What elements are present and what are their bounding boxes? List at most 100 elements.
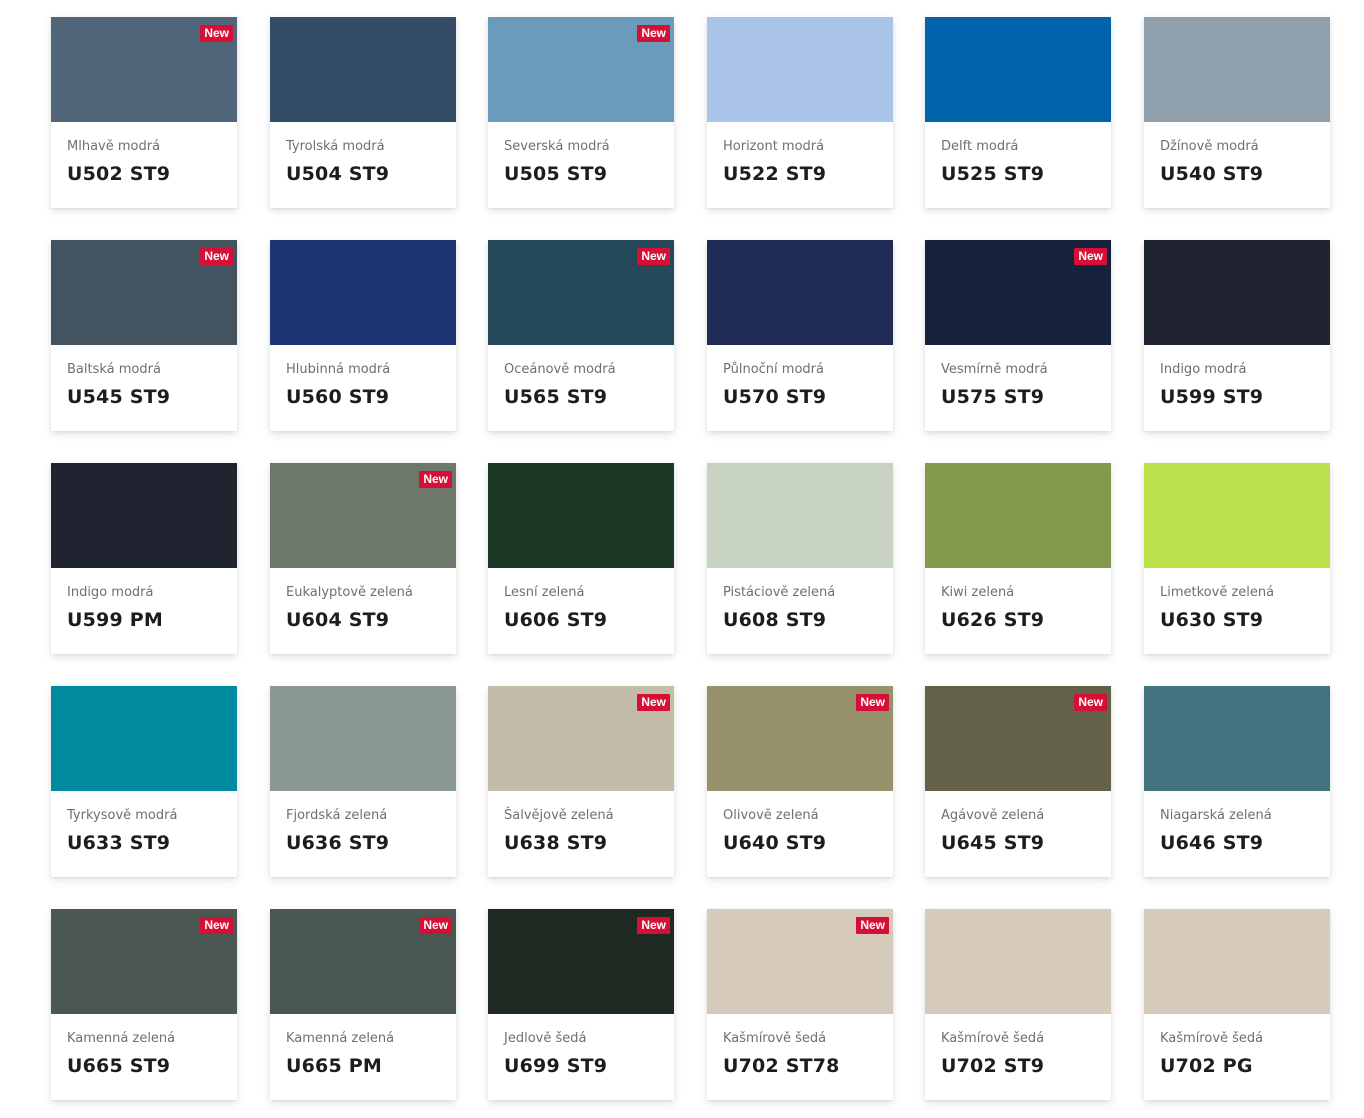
decor-name: Indigo modrá [1160,362,1247,377]
decor-card[interactable]: New Severská modrá U505 ST9 [488,17,674,208]
decor-card[interactable]: Kašmírově šedá U702 PG [1144,909,1330,1100]
decor-card[interactable]: Pistáciově zelená U608 ST9 [707,463,893,654]
decor-name: Tyrolská modrá [286,139,385,154]
decor-name: Kašmírově šedá [941,1031,1045,1046]
decor-name: Eukalyptově zelená [286,585,413,600]
decor-name: Kamenná zelená [286,1031,395,1046]
color-swatch [1144,240,1330,345]
decor-card[interactable]: Hlubinná modrá U560 ST9 [270,240,456,431]
new-badge: New [1074,248,1107,265]
decor-name: Hlubinná modrá [286,362,391,377]
color-swatch [488,463,674,568]
decor-code: U599 ST9 [1160,386,1264,408]
decor-card[interactable]: Kašmírově šedá U702 ST9 [925,909,1111,1100]
decor-name: Niagarská zelená [1160,808,1272,823]
decor-code: U702 ST9 [941,1055,1045,1077]
new-badge: New [200,25,233,42]
decor-code: U626 ST9 [941,609,1045,631]
color-swatch [925,463,1111,568]
decor-card[interactable]: New Mlhavě modrá U502 ST9 [51,17,237,208]
decor-name: Delft modrá [941,139,1019,154]
decor-code: U646 ST9 [1160,832,1264,854]
decor-card[interactable]: Niagarská zelená U646 ST9 [1144,686,1330,877]
decor-card[interactable]: New Agávově zelená U645 ST9 [925,686,1111,877]
decor-card[interactable]: New Šalvějově zelená U638 ST9 [488,686,674,877]
decor-code: U638 ST9 [504,832,608,854]
decor-code: U540 ST9 [1160,163,1264,185]
color-swatch [707,240,893,345]
decor-name: Limetkově zelená [1160,585,1275,600]
color-swatch [270,240,456,345]
decor-card[interactable]: New Olivově zelená U640 ST9 [707,686,893,877]
color-swatch [925,17,1111,122]
decor-card[interactable]: New Baltská modrá U545 ST9 [51,240,237,431]
decor-card[interactable]: Horizont modrá U522 ST9 [707,17,893,208]
decor-name: Šalvějově zelená [504,808,614,823]
decor-code: U606 ST9 [504,609,608,631]
decor-card[interactable]: Indigo modrá U599 PM [51,463,237,654]
decor-name: Oceánově modrá [504,362,616,377]
decor-code: U502 ST9 [67,163,171,185]
new-badge: New [1074,694,1107,711]
color-swatch [1144,463,1330,568]
decor-code: U575 ST9 [941,386,1045,408]
decor-code: U630 ST9 [1160,609,1264,631]
color-swatch [707,463,893,568]
color-swatch [270,17,456,122]
decor-name: Kiwi zelená [941,585,1015,600]
decor-card[interactable]: Tyrkysově modrá U633 ST9 [51,686,237,877]
decor-name: Kamenná zelená [67,1031,176,1046]
decor-card[interactable]: Půlnoční modrá U570 ST9 [707,240,893,431]
decor-code: U702 PG [1160,1055,1253,1077]
new-badge: New [200,917,233,934]
decor-name: Severská modrá [504,139,610,154]
decor-code: U560 ST9 [286,386,390,408]
decor-card[interactable]: New Kamenná zelená U665 ST9 [51,909,237,1100]
decor-code: U565 ST9 [504,386,608,408]
decor-card[interactable]: New Kamenná zelená U665 PM [270,909,456,1100]
decor-card[interactable]: Lesní zelená U606 ST9 [488,463,674,654]
decor-card[interactable]: New Kašmírově šedá U702 ST78 [707,909,893,1100]
decor-name: Jedlově šedá [504,1031,587,1046]
decor-name: Tyrkysově modrá [67,808,178,823]
decor-name: Indigo modrá [67,585,154,600]
color-swatch [707,17,893,122]
decor-name: Půlnoční modrá [723,362,824,377]
decor-code: U525 ST9 [941,163,1045,185]
decor-card[interactable]: Tyrolská modrá U504 ST9 [270,17,456,208]
decor-name: Kašmírově šedá [1160,1031,1264,1046]
new-badge: New [637,25,670,42]
decor-card[interactable]: New Eukalyptově zelená U604 ST9 [270,463,456,654]
decor-name: Kašmírově šedá [723,1031,827,1046]
color-swatch [1144,909,1330,1014]
decor-card[interactable]: New Vesmírně modrá U575 ST9 [925,240,1111,431]
decor-code: U599 PM [67,609,163,631]
decor-name: Lesní zelená [504,585,585,600]
new-badge: New [637,917,670,934]
decor-card[interactable]: Fjordská zelená U636 ST9 [270,686,456,877]
decor-card[interactable]: Indigo modrá U599 ST9 [1144,240,1330,431]
decor-name: Horizont modrá [723,139,825,154]
decor-card[interactable]: Džínově modrá U540 ST9 [1144,17,1330,208]
decor-name: Olivově zelená [723,808,819,823]
decor-code: U640 ST9 [723,832,827,854]
decor-code: U645 ST9 [941,832,1045,854]
decor-code: U699 ST9 [504,1055,608,1077]
color-swatch [270,686,456,791]
decor-code: U505 ST9 [504,163,608,185]
decor-card[interactable]: New Jedlově šedá U699 ST9 [488,909,674,1100]
decor-code: U702 ST78 [723,1055,840,1077]
decor-code: U633 ST9 [67,832,171,854]
color-swatch [925,909,1111,1014]
new-badge: New [419,471,452,488]
decor-card[interactable]: Limetkově zelená U630 ST9 [1144,463,1330,654]
decor-card[interactable]: Delft modrá U525 ST9 [925,17,1111,208]
decor-code: U636 ST9 [286,832,390,854]
decor-card[interactable]: New Oceánově modrá U565 ST9 [488,240,674,431]
decor-code: U504 ST9 [286,163,390,185]
decor-name: Mlhavě modrá [67,139,161,154]
decor-card[interactable]: Kiwi zelená U626 ST9 [925,463,1111,654]
new-badge: New [637,248,670,265]
new-badge: New [856,917,889,934]
decor-name: Vesmírně modrá [941,362,1048,377]
